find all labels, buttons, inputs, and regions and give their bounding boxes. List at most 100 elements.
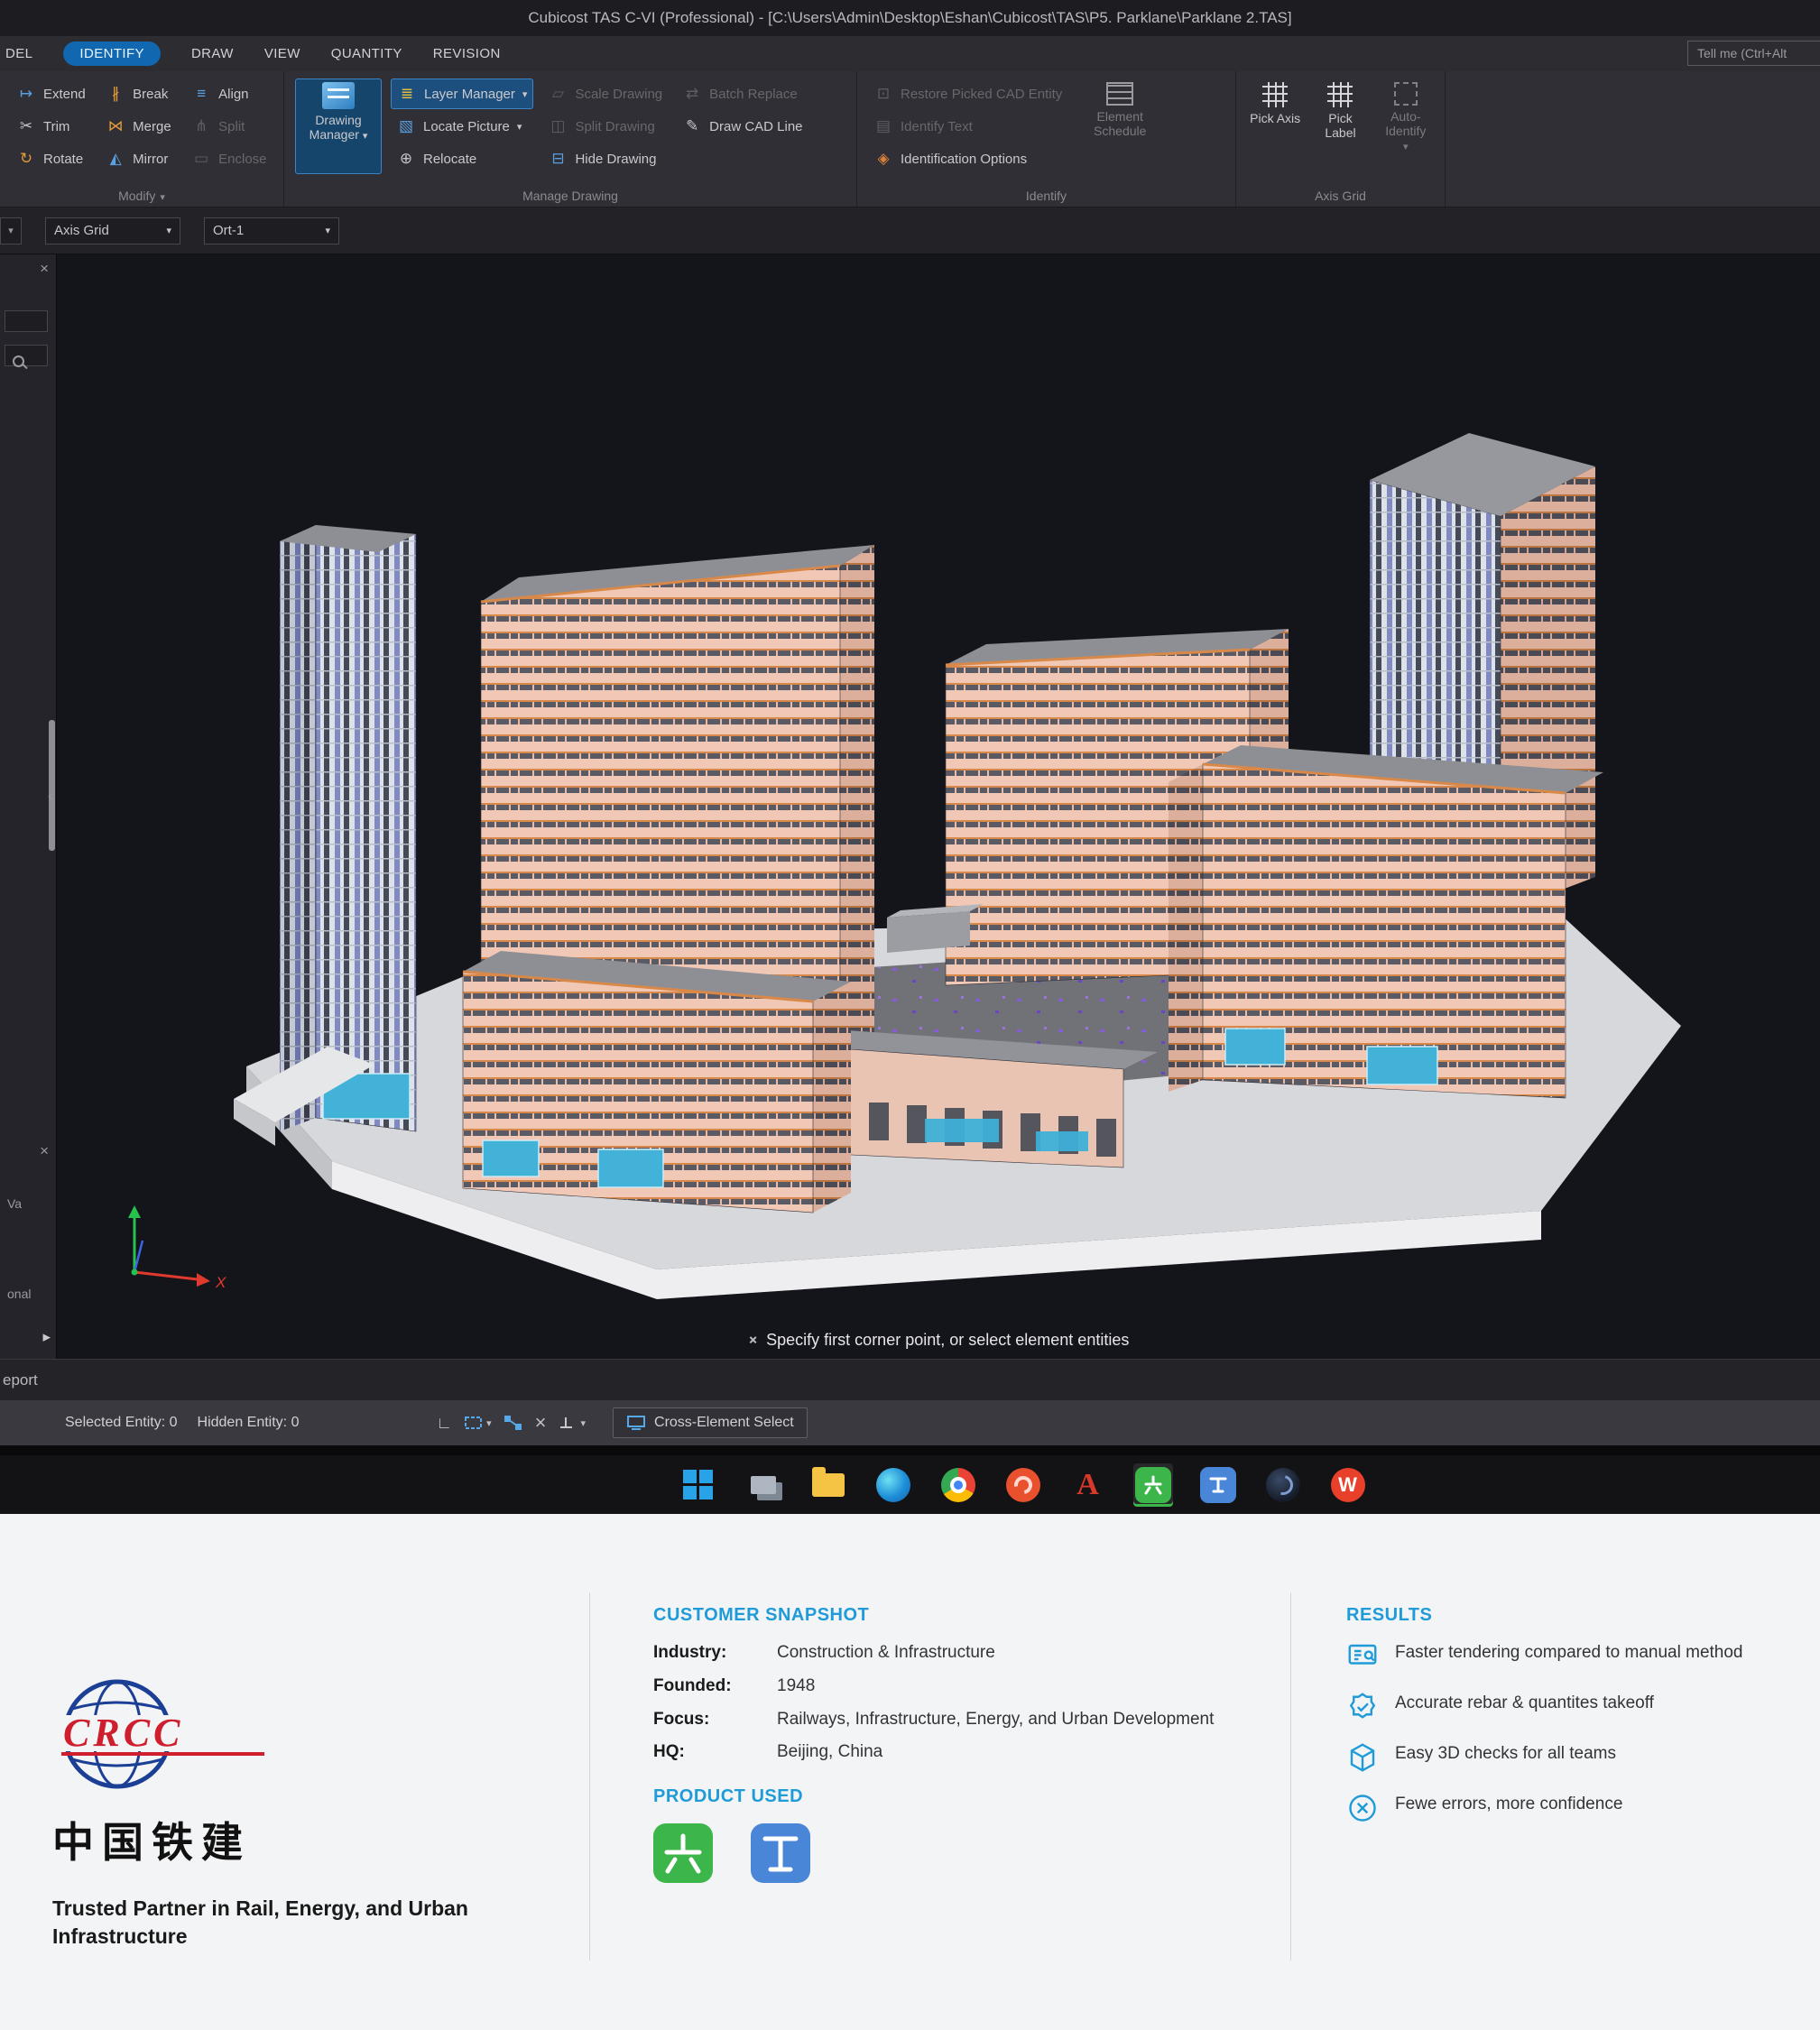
scale-drawing-icon: ▱ (548, 85, 568, 103)
taskbar: A W (0, 1455, 1820, 1514)
tab-view[interactable]: VIEW (264, 46, 300, 61)
split-icon: ⋔ (191, 117, 211, 135)
group-label-manage-drawing: Manage Drawing (284, 189, 856, 203)
split-drawing-button[interactable]: ◫Split Drawing (542, 111, 668, 142)
tab-identify[interactable]: IDENTIFY (63, 42, 161, 66)
windows-start-icon[interactable] (679, 1463, 718, 1507)
dropdown-value: Axis Grid (54, 223, 109, 238)
panel-dropdown[interactable] (5, 310, 48, 332)
relocate-button[interactable]: ⊕Relocate (391, 143, 533, 174)
cubicost-trb-icon[interactable] (1198, 1463, 1238, 1507)
tab-model[interactable]: DEL (5, 46, 32, 61)
dark-globe-app-icon[interactable] (1263, 1463, 1303, 1507)
draw-cad-line-button[interactable]: ✎Draw CAD Line (677, 111, 808, 142)
tell-me-box[interactable]: Tell me (Ctrl+Alt (1687, 41, 1820, 66)
scrollbar[interactable] (49, 720, 55, 851)
layer-manager-button[interactable]: ≣Layer Manager▾ (391, 78, 533, 109)
button-label: Locate Picture (423, 119, 510, 134)
enclose-button[interactable]: ▭Enclose (186, 143, 273, 174)
task-view-icon[interactable] (744, 1463, 783, 1507)
chrome-icon[interactable] (938, 1463, 978, 1507)
identification-options-button[interactable]: ◈Identification Options (868, 143, 1067, 174)
tab-draw[interactable]: DRAW (191, 46, 234, 61)
red-app-icon[interactable] (1003, 1463, 1043, 1507)
result-text: Accurate rebar & quantites takeoff (1395, 1693, 1654, 1715)
result-item: Fewe errors, more confidence (1346, 1794, 1802, 1824)
tab-quantity[interactable]: QUANTITY (331, 46, 402, 61)
snapshot-row-focus: Focus: Railways, Infrastructure, Energy,… (653, 1709, 1235, 1730)
edge-icon[interactable] (873, 1463, 913, 1507)
chevron-down-icon: ▾ (517, 121, 522, 133)
pick-crosshair-icon: + (743, 1330, 762, 1350)
linked-select-icon[interactable] (503, 1414, 524, 1432)
box-select-icon[interactable]: ▾ (463, 1414, 492, 1432)
clear-selection-icon[interactable]: × (535, 1411, 547, 1435)
view-orientation-dropdown[interactable]: Ort-1 ▾ (204, 217, 339, 245)
ribbon-empty-area (1446, 71, 1820, 207)
element-schedule-button[interactable]: Element Schedule (1076, 78, 1163, 174)
file-explorer-icon[interactable] (808, 1463, 848, 1507)
company-name-chinese: 中国铁建 (52, 1810, 558, 1869)
panel-expand-icon[interactable]: ▸ (42, 1328, 51, 1346)
align-icon: ≡ (191, 85, 211, 103)
mini-dropdown[interactable]: ▾ (0, 217, 22, 245)
cubicost-tas-icon[interactable] (1133, 1463, 1173, 1507)
button-label: Cross-Element Select (654, 1415, 794, 1431)
scale-drawing-button[interactable]: ▱Scale Drawing (542, 78, 668, 109)
trim-button[interactable]: ✂Trim (11, 111, 91, 142)
button-label: Restore Picked CAD Entity (901, 87, 1062, 102)
button-label: Merge (133, 119, 171, 134)
rotate-icon: ↻ (16, 150, 36, 168)
report-tab[interactable]: eport (3, 1371, 38, 1389)
company-tagline: Trusted Partner in Rail, Energy, and Urb… (52, 1895, 513, 1951)
pick-axis-icon (1262, 82, 1288, 107)
drawing-manager-button[interactable]: Drawing Manager ▾ (295, 78, 382, 174)
break-button[interactable]: ∦Break (100, 78, 177, 109)
panel-collapse-arrow-icon[interactable]: ‹ (48, 789, 52, 804)
enclose-icon: ▭ (191, 150, 211, 168)
angle-snap-icon[interactable]: ∟ (436, 1414, 452, 1433)
customer-snapshot-heading: CUSTOMER SNAPSHOT (653, 1605, 1235, 1626)
panel-search-input[interactable] (5, 345, 48, 366)
restore-picked-cad-entity-button[interactable]: ⊡Restore Picked CAD Entity (868, 78, 1067, 109)
autocad-icon[interactable]: A (1068, 1463, 1108, 1507)
button-label: Extend (43, 87, 86, 102)
results-heading: RESULTS (1346, 1605, 1802, 1626)
mirror-button[interactable]: ◭Mirror (100, 143, 177, 174)
tab-revision[interactable]: REVISION (433, 46, 501, 61)
case-study-section: CRCC 中国铁建 Trusted Partner in Rail, Energ… (0, 1514, 1820, 2030)
chevron-down-icon: ▾ (363, 131, 368, 142)
3d-viewport[interactable]: × ‹ × Va onal ▸ (0, 254, 1820, 1359)
align-button[interactable]: ≡Align (186, 78, 273, 109)
batch-replace-button[interactable]: ⇄Batch Replace (677, 78, 808, 109)
locate-picture-button[interactable]: ▧ Locate Picture ▾ (391, 111, 533, 142)
close-icon[interactable]: × (40, 1142, 49, 1160)
hide-drawing-button[interactable]: ⊟Hide Drawing (542, 143, 668, 174)
button-label: Split Drawing (575, 119, 654, 134)
row-label: Focus: (653, 1709, 777, 1730)
result-item: Accurate rebar & quantites takeoff (1346, 1693, 1802, 1723)
pick-label-icon (1327, 82, 1353, 107)
axis-gizmo: X (128, 1205, 226, 1291)
building-left-tower (280, 525, 416, 1131)
search-icon (13, 355, 24, 367)
divider (589, 1592, 590, 1961)
merge-button[interactable]: ⋈Merge (100, 111, 177, 142)
row-value: Beijing, China (777, 1741, 1228, 1763)
close-icon[interactable]: × (40, 260, 49, 278)
group-label-modify[interactable]: Modify▾ (0, 189, 283, 203)
wps-icon[interactable]: W (1328, 1463, 1368, 1507)
auto-identify-icon (1394, 82, 1418, 106)
identify-text-button[interactable]: ▤Identify Text (868, 111, 1067, 142)
split-button[interactable]: ⋔Split (186, 111, 273, 142)
pick-axis-button[interactable]: Pick Axis (1247, 78, 1303, 154)
chevron-down-icon: ▾ (1403, 142, 1409, 153)
rotate-button[interactable]: ↻Rotate (11, 143, 91, 174)
auto-identify-button[interactable]: Auto-Identify ▾ (1378, 78, 1434, 154)
cross-element-select-button[interactable]: Cross-Element Select (613, 1407, 808, 1438)
axis-grid-dropdown[interactable]: Axis Grid ▾ (45, 217, 180, 245)
locate-picture-icon: ▧ (396, 117, 416, 135)
extend-button[interactable]: ↦Extend (11, 78, 91, 109)
pick-label-button[interactable]: Pick Label (1312, 78, 1368, 154)
offset-select-icon[interactable]: ▾ (557, 1414, 586, 1432)
